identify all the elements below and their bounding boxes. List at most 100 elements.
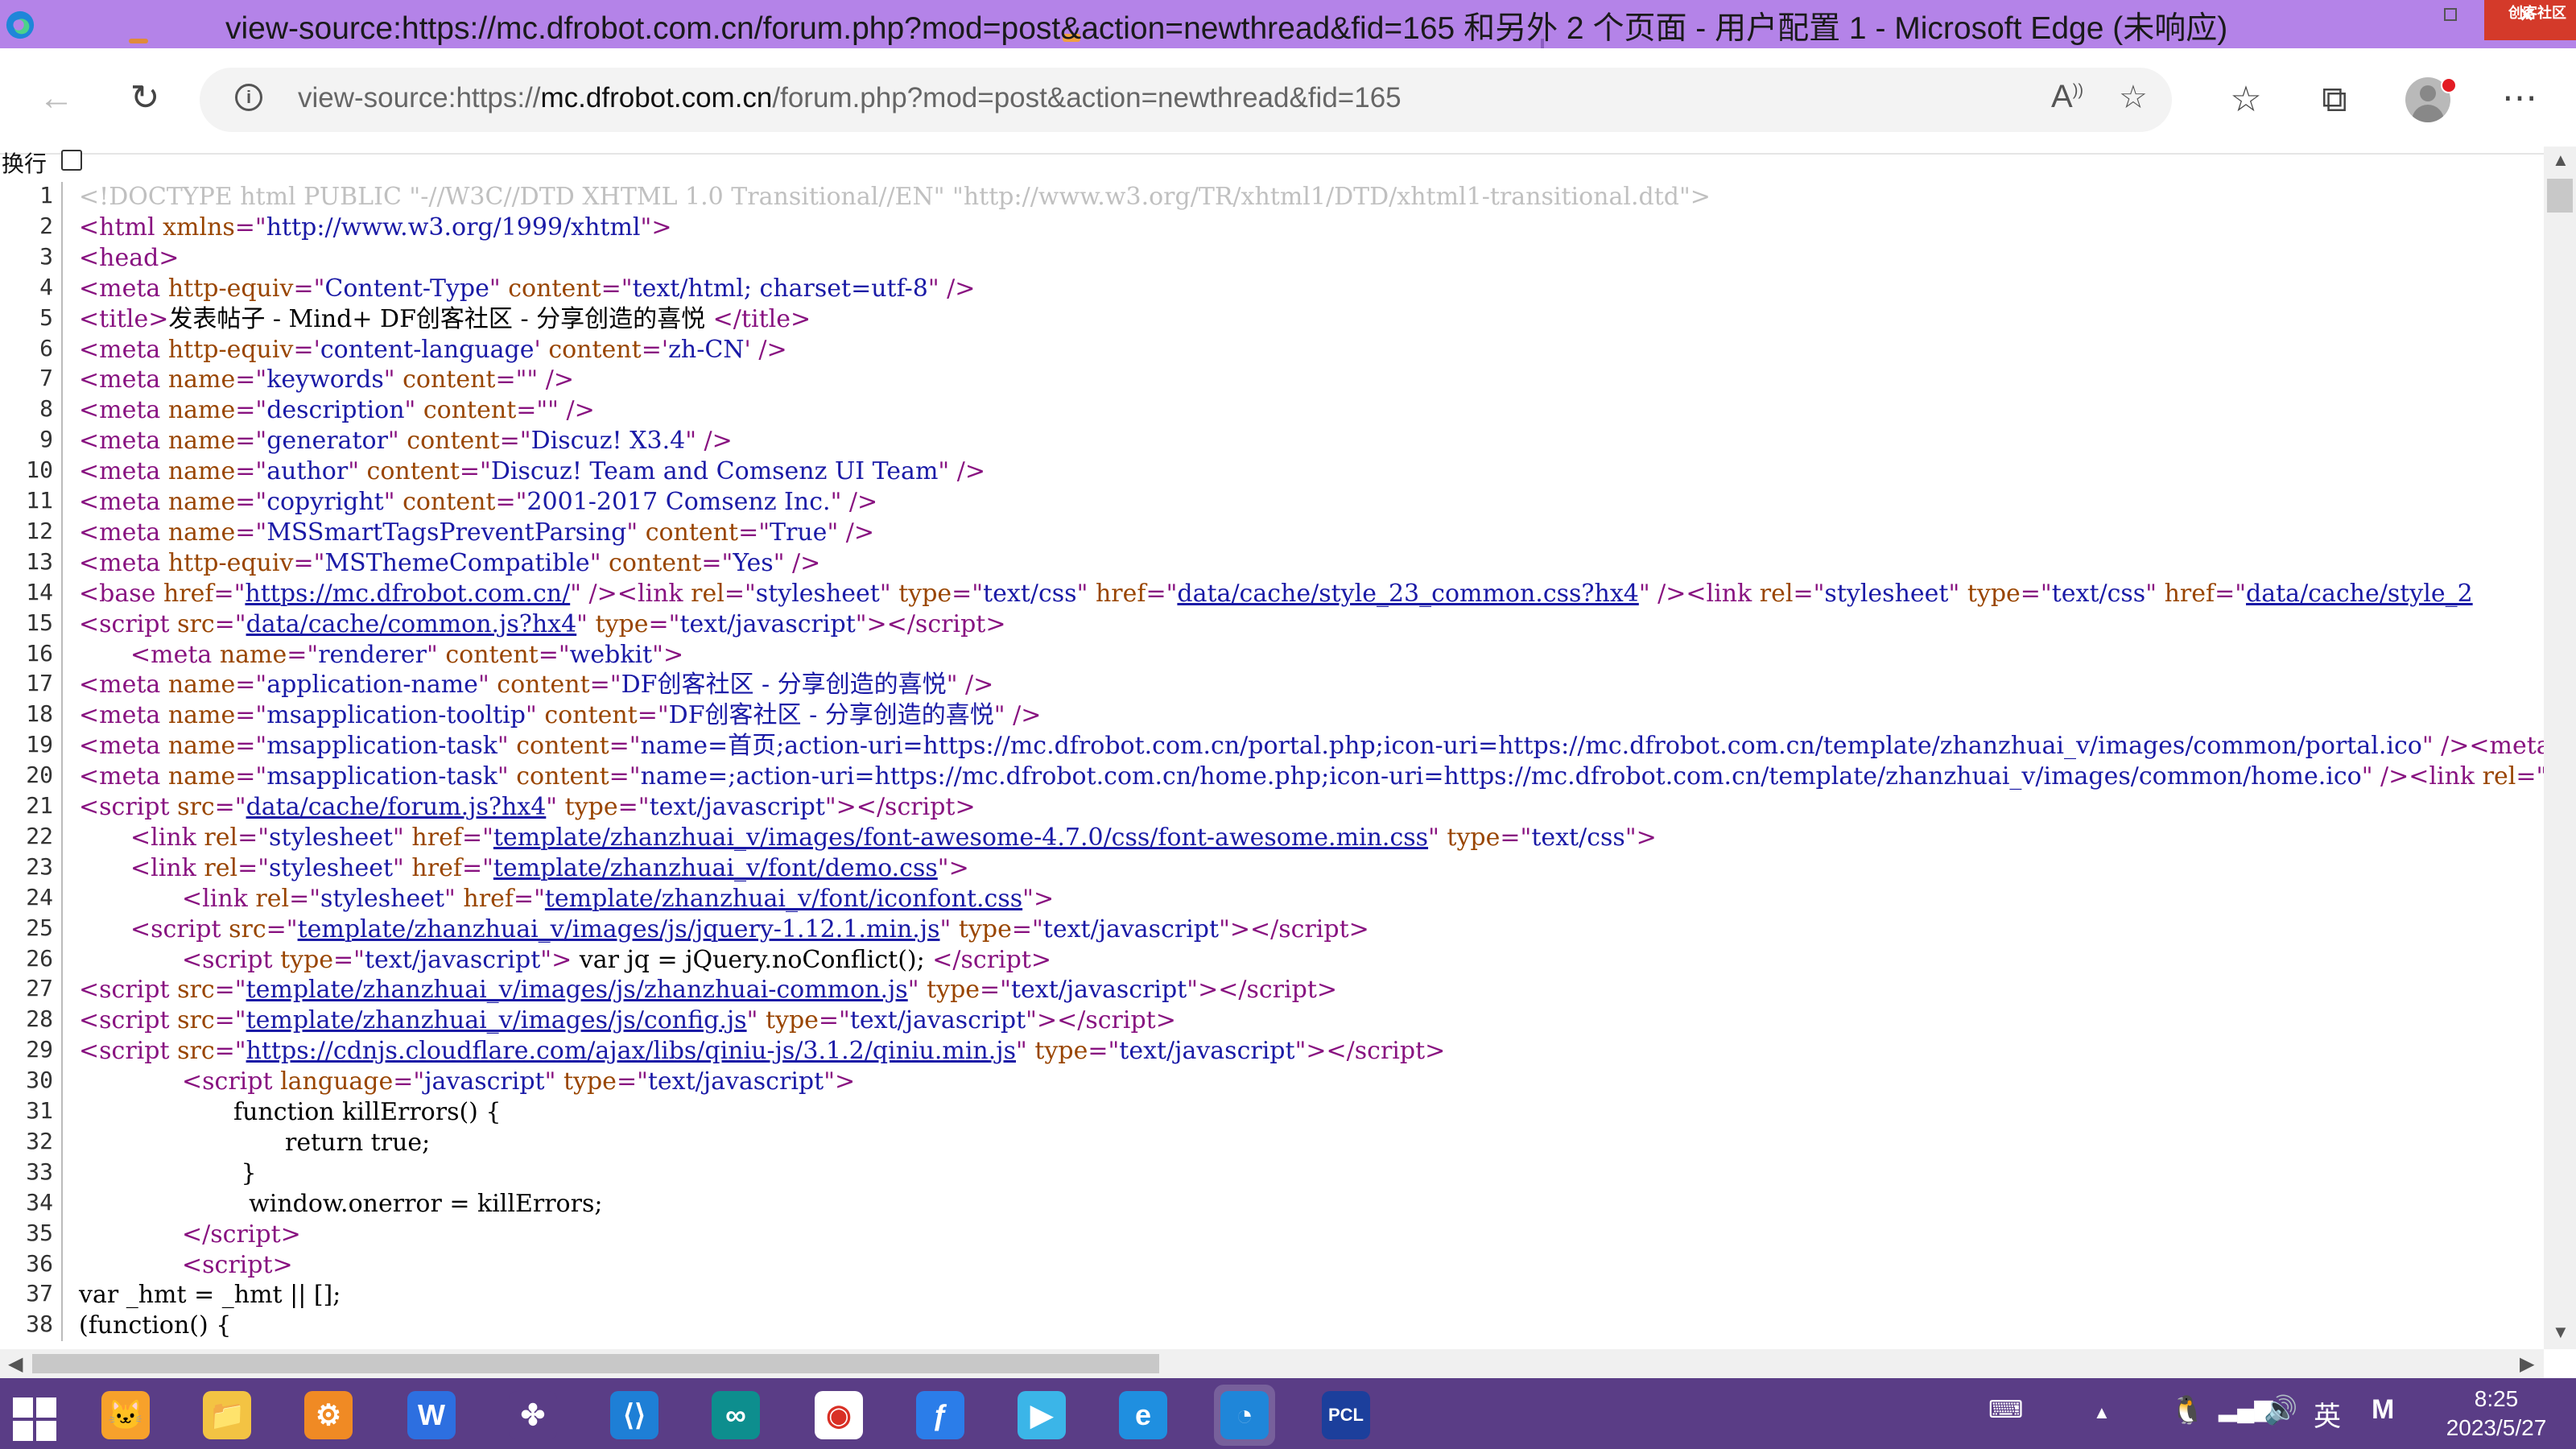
scroll-right-icon[interactable]: ▶ xyxy=(2520,1352,2534,1376)
source-line: 37 var _hmt = _hmt || []; xyxy=(0,1280,341,1311)
source-code: <meta name="generator" content="Discuz! … xyxy=(79,427,733,456)
collections-icon[interactable]: ⧉ xyxy=(2310,76,2359,124)
source-code: <base href="https://mc.dfrobot.com.cn/" … xyxy=(79,579,2473,608)
scroll-left-icon[interactable]: ◀ xyxy=(8,1352,23,1376)
source-line: 6 <meta http-equiv='content-language' con… xyxy=(0,334,787,365)
line-number: 3 xyxy=(0,242,63,274)
source-line: 30 <script language="javascript" type="te… xyxy=(0,1067,855,1098)
source-line: 27 <script src="template/zhanzhuai_v/imag… xyxy=(0,975,1337,1006)
read-aloud-icon[interactable]: A)) xyxy=(2051,79,2083,115)
line-number: 13 xyxy=(0,547,63,579)
source-code: <script type="text/javascript"> var jq =… xyxy=(182,945,1052,974)
line-number: 16 xyxy=(0,639,63,671)
source-line: 18 <meta name="msapplication-tooltip" con… xyxy=(0,700,1042,732)
scroll-up-icon[interactable]: ▲ xyxy=(2552,150,2570,171)
media-player-icon[interactable]: ▶ xyxy=(1011,1385,1072,1446)
line-number: 27 xyxy=(0,975,63,1006)
source-code: <meta name="renderer" content="webkit"> xyxy=(130,640,684,669)
line-number: 33 xyxy=(0,1158,63,1189)
line-number: 25 xyxy=(0,914,63,945)
line-number: 38 xyxy=(0,1311,63,1342)
source-line: 17 <meta name="application-name" content=… xyxy=(0,670,993,701)
volume-icon[interactable]: 🔊 xyxy=(2264,1394,2297,1426)
source-view[interactable]: 1 <!DOCTYPE html PUBLIC "-//W3C//DTD XHTM… xyxy=(0,182,2544,1349)
vertical-scrollbar[interactable]: ▲ ▼ xyxy=(2544,147,2576,1349)
internet-explorer-icon[interactable]: e xyxy=(1113,1385,1174,1446)
line-number: 9 xyxy=(0,426,63,457)
line-number: 17 xyxy=(0,670,63,701)
source-line: 1 <!DOCTYPE html PUBLIC "-//W3C//DTD XHTM… xyxy=(0,182,1711,213)
source-code: } xyxy=(233,1158,257,1187)
flash-icon[interactable]: ƒ xyxy=(910,1385,971,1446)
settings-icon[interactable]: ⚙ xyxy=(298,1385,359,1446)
clock[interactable]: 8:25 2023/5/27 xyxy=(2436,1385,2557,1443)
source-line: 5 <title>发表帖子 - Mind+ DF创客社区 - 分享创造的喜悦 </… xyxy=(0,303,811,335)
ime-mode-indicator[interactable]: M xyxy=(2372,1394,2394,1426)
address-url[interactable]: view-source:https://mc.dfrobot.com.cn/fo… xyxy=(298,82,1402,114)
source-line: 23 <link rel="stylesheet" href="template/… xyxy=(0,852,969,884)
window-title: view-source:https://mc.dfrobot.com.cn/fo… xyxy=(225,11,2228,46)
scroll-thumb[interactable] xyxy=(2547,179,2573,213)
favorites-icon[interactable]: ☆ xyxy=(2222,76,2270,124)
source-line: 13 <meta http-equiv="MSThemeCompatible" c… xyxy=(0,547,820,579)
source-code: <script src="template/zhanzhuai_v/images… xyxy=(79,1006,1176,1035)
source-code: <meta name="copyright" content="2001-201… xyxy=(79,488,878,516)
source-code: <script src="data/cache/forum.js?hx4" ty… xyxy=(79,793,976,821)
source-code: <link rel="stylesheet" href="template/zh… xyxy=(130,853,969,882)
source-line: 29 <script src="https://cdnjs.cloudflare.… xyxy=(0,1036,1445,1067)
site-info-icon[interactable]: i xyxy=(235,84,262,111)
back-button[interactable]: ← xyxy=(32,74,80,122)
clover-icon[interactable]: ✤ xyxy=(502,1385,564,1446)
file-explorer-icon[interactable]: 📁 xyxy=(196,1385,258,1446)
source-code: function killErrors() { xyxy=(233,1098,502,1126)
line-number: 21 xyxy=(0,792,63,823)
source-code: <meta name="msapplication-task" content=… xyxy=(79,762,2544,791)
wps-writer-icon[interactable]: W xyxy=(401,1385,462,1446)
source-code: <title>发表帖子 - Mind+ DF创客社区 - 分享创造的喜悦 </t… xyxy=(79,304,811,333)
source-code: </script> xyxy=(182,1220,301,1249)
line-number: 1 xyxy=(0,182,63,213)
show-hidden-icons[interactable]: ▲ xyxy=(2093,1402,2111,1423)
line-number: 29 xyxy=(0,1036,63,1067)
address-bar[interactable]: i view-source:https://mc.dfrobot.com.cn/… xyxy=(200,68,2172,132)
line-number: 4 xyxy=(0,273,63,304)
scratch-cat-icon[interactable]: 🐱 xyxy=(95,1385,156,1446)
qq-icon[interactable]: 🐧 xyxy=(2170,1394,2204,1426)
close-button[interactable]: × xyxy=(2520,2,2534,29)
wrap-checkbox[interactable] xyxy=(61,150,82,171)
browser-toolbar: ← ↻ i view-source:https://mc.dfrobot.com… xyxy=(0,48,2576,155)
source-line: 9 <meta name="generator" content="Discuz!… xyxy=(0,426,733,457)
keyboard-icon[interactable]: ⌨ xyxy=(1988,1396,2023,1424)
add-favorite-icon[interactable]: ☆ xyxy=(2119,79,2148,116)
line-number: 30 xyxy=(0,1067,63,1098)
refresh-button[interactable]: ↻ xyxy=(121,74,169,122)
vscode-icon[interactable]: ⟨⟩ xyxy=(604,1385,665,1446)
source-code: <meta name="msapplication-task" content=… xyxy=(79,732,2544,761)
arduino-icon[interactable]: ∞ xyxy=(705,1385,766,1446)
source-code: <!DOCTYPE html PUBLIC "-//W3C//DTD XHTML… xyxy=(79,183,1711,211)
horizontal-scrollbar[interactable]: ◀ ▶ xyxy=(0,1349,2544,1378)
line-number: 14 xyxy=(0,578,63,609)
edge-icon[interactable]: ◔ xyxy=(1214,1385,1275,1446)
tab-indicator xyxy=(129,39,148,43)
pcl-icon[interactable]: PCL xyxy=(1315,1385,1377,1446)
ime-indicator[interactable]: 英 xyxy=(2314,1394,2341,1434)
line-number: 19 xyxy=(0,731,63,762)
source-code: <html xmlns="http://www.w3.org/1999/xhtm… xyxy=(79,213,672,242)
source-code: (function() { xyxy=(79,1311,232,1340)
source-code: <meta name="msapplication-tooltip" conte… xyxy=(79,701,1042,730)
source-line: 28 <script src="template/zhanzhuai_v/imag… xyxy=(0,1005,1176,1037)
source-line: 19 <meta name="msapplication-task" conten… xyxy=(0,731,2544,762)
more-menu-icon[interactable]: ⋯ xyxy=(2496,74,2544,122)
windows-start-icon[interactable] xyxy=(13,1397,58,1443)
line-number: 7 xyxy=(0,365,63,396)
clock-date: 2023/5/27 xyxy=(2446,1415,2547,1440)
scroll-down-icon[interactable]: ▼ xyxy=(2552,1322,2570,1343)
source-code: <meta name="author" content="Discuz! Tea… xyxy=(79,457,985,486)
restore-button[interactable] xyxy=(2444,8,2457,21)
scroll-thumb[interactable] xyxy=(32,1354,1159,1373)
line-number: 37 xyxy=(0,1280,63,1311)
chrome-icon[interactable]: ◉ xyxy=(808,1385,869,1446)
source-code: <meta http-equiv='content-language' cont… xyxy=(79,335,787,364)
source-line: 2 <html xmlns="http://www.w3.org/1999/xht… xyxy=(0,212,672,243)
